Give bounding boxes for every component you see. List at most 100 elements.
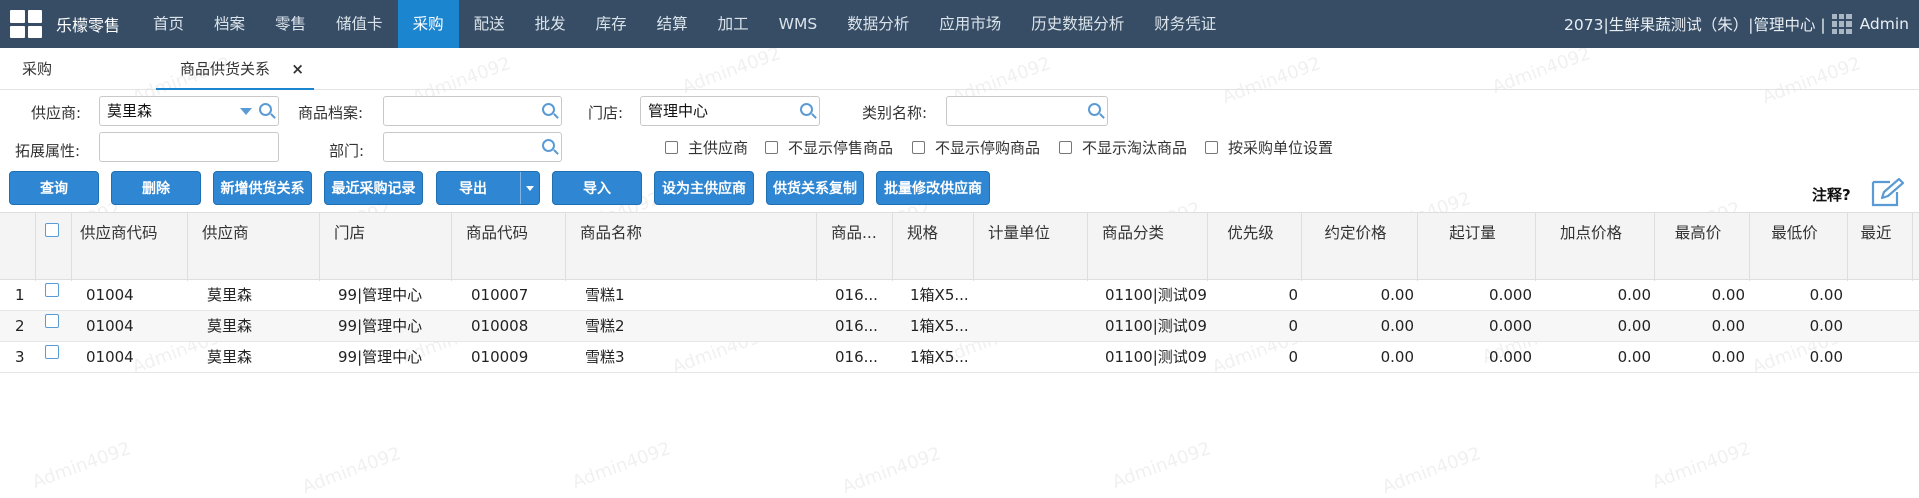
nav-item[interactable]: 批发 xyxy=(520,0,581,48)
nav-item[interactable]: 数据分析 xyxy=(832,0,924,48)
search-icon[interactable] xyxy=(1088,103,1101,116)
table-row[interactable]: 1 01004 莫里森 99|管理中心 010007 雪糕1 016... 1箱X5... 01… xyxy=(0,280,1919,311)
nav-item[interactable]: 档案 xyxy=(199,0,260,48)
supplier-label: 供应商: xyxy=(31,104,82,122)
watermark: Admin4092 xyxy=(1109,437,1214,494)
search-icon[interactable] xyxy=(542,139,555,152)
delete-button[interactable]: 删除 xyxy=(111,171,201,205)
tab-supply-relation[interactable]: 商品供货关系 × xyxy=(156,48,314,90)
chevron-down-icon[interactable] xyxy=(240,108,252,115)
checkbox-label: 不显示淘汰商品 xyxy=(1082,139,1188,157)
cell-item-code: 010008 xyxy=(471,317,529,335)
cell-item-name: 雪糕1 xyxy=(585,286,625,304)
edit-icon[interactable] xyxy=(1870,176,1906,208)
checkbox-by-purchase-unit[interactable]: 按采购单位设置 xyxy=(1205,137,1333,158)
column-header[interactable]: 最高价 xyxy=(1655,213,1750,281)
checkbox-icon[interactable] xyxy=(912,141,925,154)
app-logo-icon[interactable] xyxy=(10,10,42,38)
chevron-down-icon[interactable] xyxy=(520,172,539,204)
nav-item[interactable]: 配送 xyxy=(459,0,520,48)
table-row[interactable]: 2 01004 莫里森 99|管理中心 010008 雪糕2 016... 1箱X5... 01… xyxy=(0,311,1919,342)
search-icon[interactable] xyxy=(542,103,555,116)
nav-item[interactable]: 加工 xyxy=(703,0,764,48)
user-menu[interactable]: Admin xyxy=(1860,15,1909,33)
column-header[interactable]: 优先级 xyxy=(1208,213,1302,281)
cell-supplier: 莫里森 xyxy=(207,348,253,366)
import-button[interactable]: 导入 xyxy=(552,171,642,205)
copy-supply-relation-button[interactable]: 供货关系复制 xyxy=(766,171,864,205)
cell-item-name: 雪糕3 xyxy=(585,348,625,366)
nav-item[interactable]: 应用市场 xyxy=(924,0,1016,48)
column-header[interactable]: 门店 xyxy=(320,213,452,281)
column-header[interactable]: 最低价 xyxy=(1750,213,1848,281)
column-header[interactable]: 供应商 xyxy=(188,213,320,281)
supplier-select[interactable]: 莫里森 xyxy=(99,96,279,126)
nav-item[interactable]: 零售 xyxy=(260,0,321,48)
column-header[interactable]: 商品分类 xyxy=(1088,213,1208,281)
nav-item[interactable]: 储值卡 xyxy=(321,0,398,48)
nav-item[interactable]: 财务凭证 xyxy=(1139,0,1231,48)
set-main-supplier-button[interactable]: 设为主供应商 xyxy=(654,171,754,205)
cell-moq: 0.000 xyxy=(1489,348,1532,366)
column-header[interactable]: 计量单位 xyxy=(974,213,1088,281)
search-icon[interactable] xyxy=(259,103,272,116)
close-icon[interactable]: × xyxy=(291,48,304,90)
export-label: 导出 xyxy=(459,181,487,197)
checkbox-icon[interactable] xyxy=(1205,141,1218,154)
cell-priority: 0 xyxy=(1288,286,1298,304)
row-checkbox[interactable] xyxy=(45,314,59,328)
column-header[interactable]: 规格 xyxy=(893,213,974,281)
add-supply-relation-button[interactable]: 新增供货关系 xyxy=(213,171,312,205)
checkbox-icon[interactable] xyxy=(1059,141,1072,154)
checkbox-hide-stop-sale[interactable]: 不显示停售商品 xyxy=(765,137,893,158)
brand-name[interactable]: 乐檬零售 xyxy=(56,12,134,36)
checkbox-hide-stop-purchase[interactable]: 不显示停购商品 xyxy=(912,137,1040,158)
table-row[interactable]: 3 01004 莫里森 99|管理中心 010009 雪糕3 016... 1箱X5... 01… xyxy=(0,342,1919,373)
tab-bar: 采购 商品供货关系 × xyxy=(0,48,1919,90)
checkbox-hide-obsolete[interactable]: 不显示淘汰商品 xyxy=(1059,137,1187,158)
nav-item[interactable]: 采购 xyxy=(397,0,459,48)
column-header[interactable]: 商品代码 xyxy=(452,213,566,281)
cell-price: 0.00 xyxy=(1380,348,1414,366)
nav-item[interactable]: 历史数据分析 xyxy=(1016,0,1139,48)
cell-spec: 1箱X5... xyxy=(910,317,969,335)
column-header[interactable]: 约定价格 xyxy=(1302,213,1418,281)
category-input[interactable] xyxy=(946,96,1108,126)
checkbox-main-supplier[interactable]: 主供应商 xyxy=(665,137,748,158)
column-header[interactable]: 商品... xyxy=(817,213,893,281)
item-archive-input[interactable] xyxy=(383,96,562,126)
checkbox-label: 主供应商 xyxy=(688,139,749,157)
column-header[interactable]: 供应商代码 xyxy=(66,213,188,281)
watermark: Admin4092 xyxy=(1649,437,1754,494)
nav-item[interactable]: WMS xyxy=(764,0,833,48)
cell-min: 0.00 xyxy=(1809,348,1843,366)
cell-store: 99|管理中心 xyxy=(338,348,423,366)
checkbox-icon[interactable] xyxy=(765,141,778,154)
top-nav-bar: 乐檬零售 首页 档案 零售 储值卡 采购 配送 批发 库存 结算 加工 WMS 数据分析 应用市场 历史数… xyxy=(0,0,1919,48)
nav-item[interactable]: 结算 xyxy=(642,0,703,48)
nav-item[interactable]: 首页 xyxy=(138,0,199,48)
dept-input[interactable] xyxy=(383,132,562,162)
row-checkbox[interactable] xyxy=(45,345,59,359)
cell-supplier-code: 01004 xyxy=(86,317,134,335)
column-header[interactable]: 最近 xyxy=(1848,213,1913,281)
export-button[interactable]: 导出 xyxy=(436,171,540,205)
ext-attr-input[interactable] xyxy=(99,132,279,162)
column-header[interactable]: 加点价格 xyxy=(1536,213,1655,281)
column-header[interactable]: 商品名称 xyxy=(566,213,817,281)
batch-edit-supplier-button[interactable]: 批量修改供应商 xyxy=(876,171,990,205)
nav-item[interactable]: 库存 xyxy=(581,0,642,48)
watermark: Admin4092 xyxy=(569,437,674,494)
apps-grid-icon[interactable] xyxy=(1831,14,1852,34)
cell-category: 01100|测试09 xyxy=(1105,286,1207,304)
column-header[interactable]: 起订量 xyxy=(1418,213,1536,281)
row-checkbox[interactable] xyxy=(45,283,59,297)
watermark: Admin4092 xyxy=(1379,442,1484,498)
query-button[interactable]: 查询 xyxy=(9,171,99,205)
row-index: 2 xyxy=(15,317,25,335)
search-icon[interactable] xyxy=(800,103,813,116)
checkbox-icon[interactable] xyxy=(665,141,678,154)
store-input[interactable]: 管理中心 xyxy=(640,96,820,126)
tab-purchase[interactable]: 采购 xyxy=(22,48,52,90)
recent-purchase-button[interactable]: 最近采购记录 xyxy=(324,171,423,205)
